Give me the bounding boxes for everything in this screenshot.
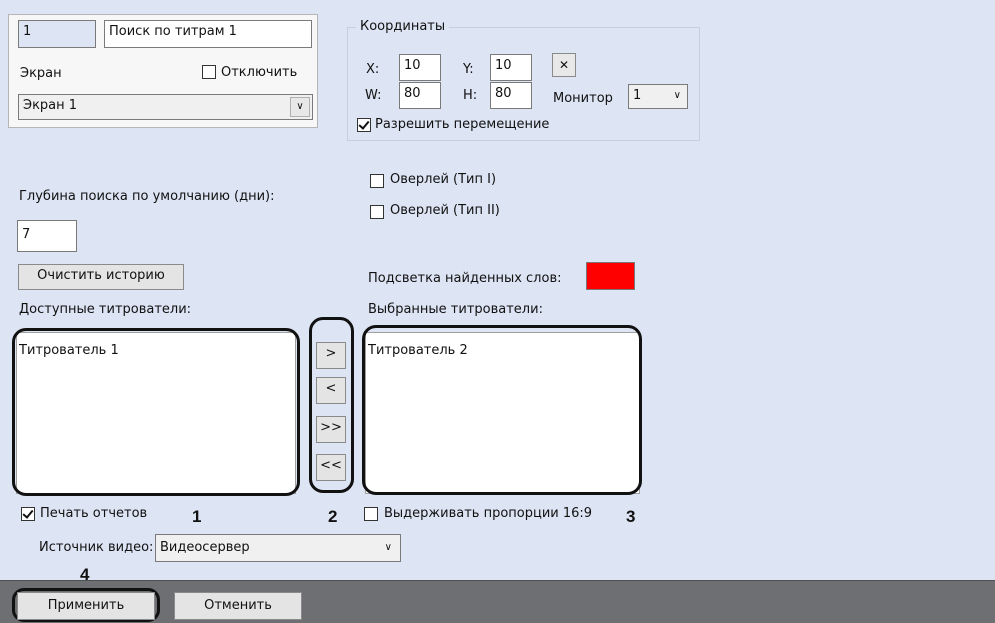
disable-checkbox[interactable] [202, 65, 216, 79]
search-depth-input[interactable]: 7 [17, 220, 77, 252]
chevron-down-icon: ∨ [384, 542, 392, 553]
selected-label: Выбранные титрователи: [368, 302, 543, 317]
screen-select[interactable]: Экран 1 [18, 94, 313, 120]
overlay-type1-label: Оверлей (Тип I) [390, 172, 497, 187]
print-reports-label: Печать отчетов [40, 506, 148, 521]
apply-button[interactable]: Применить [17, 592, 155, 620]
video-source-value: Видеосервер [160, 540, 250, 555]
screen-select-arrow[interactable]: ∨ [290, 97, 310, 117]
callout-2: 2 [328, 507, 338, 526]
object-id-field[interactable]: 1 [18, 20, 96, 48]
overlay-type1-checkbox[interactable] [370, 174, 384, 188]
callout-3: 3 [626, 507, 636, 526]
callout-frame-selected [362, 325, 642, 495]
chevron-down-icon: ∨ [296, 101, 304, 112]
callout-frame-available [12, 328, 300, 496]
monitor-select[interactable]: 1 ∨ [628, 84, 688, 109]
x-label: X: [366, 62, 380, 77]
coordinates-title: Координаты [356, 19, 450, 35]
highlight-color-swatch[interactable] [586, 262, 635, 290]
clear-history-button[interactable]: Очистить историю [18, 264, 184, 290]
callout-1: 1 [192, 507, 202, 526]
y-label: Y: [463, 62, 474, 77]
video-source-select[interactable]: Видеосервер ∨ [155, 534, 401, 562]
cancel-button[interactable]: Отменить [174, 592, 302, 620]
video-source-label: Источник видео: [39, 540, 154, 555]
w-input[interactable]: 80 [399, 82, 441, 109]
disable-label: Отключить [221, 65, 298, 80]
allow-move-label: Разрешить перемещение [375, 117, 550, 132]
print-reports-checkbox[interactable] [21, 507, 35, 521]
x-input[interactable]: 10 [399, 54, 441, 81]
highlight-label: Подсветка найденных слов: [368, 271, 562, 286]
screen-label: Экран [20, 66, 62, 81]
keep-ratio-checkbox[interactable] [364, 507, 378, 521]
monitor-select-value: 1 [633, 88, 642, 103]
chevron-down-icon: ∨ [673, 90, 681, 101]
allow-move-checkbox[interactable] [357, 118, 371, 132]
object-name-field[interactable]: Поиск по титрам 1 [104, 20, 312, 48]
available-label: Доступные титрователи: [19, 302, 192, 317]
reset-coordinates-button[interactable]: ✕ [552, 53, 576, 77]
screen-select-value: Экран 1 [23, 98, 78, 113]
w-label: W: [365, 88, 382, 103]
search-depth-label: Глубина поиска по умолчанию (дни): [19, 189, 275, 204]
y-input[interactable]: 10 [490, 54, 532, 81]
h-label: H: [463, 88, 478, 103]
overlay-type2-label: Оверлей (Тип II) [390, 203, 500, 218]
overlay-type2-checkbox[interactable] [370, 205, 384, 219]
monitor-label: Монитор [553, 91, 613, 106]
close-icon: ✕ [558, 58, 570, 72]
h-input[interactable]: 80 [490, 82, 532, 109]
callout-4: 4 [80, 565, 90, 584]
callout-frame-transfer [309, 317, 354, 493]
keep-ratio-label: Выдерживать пропорции 16:9 [384, 506, 593, 521]
